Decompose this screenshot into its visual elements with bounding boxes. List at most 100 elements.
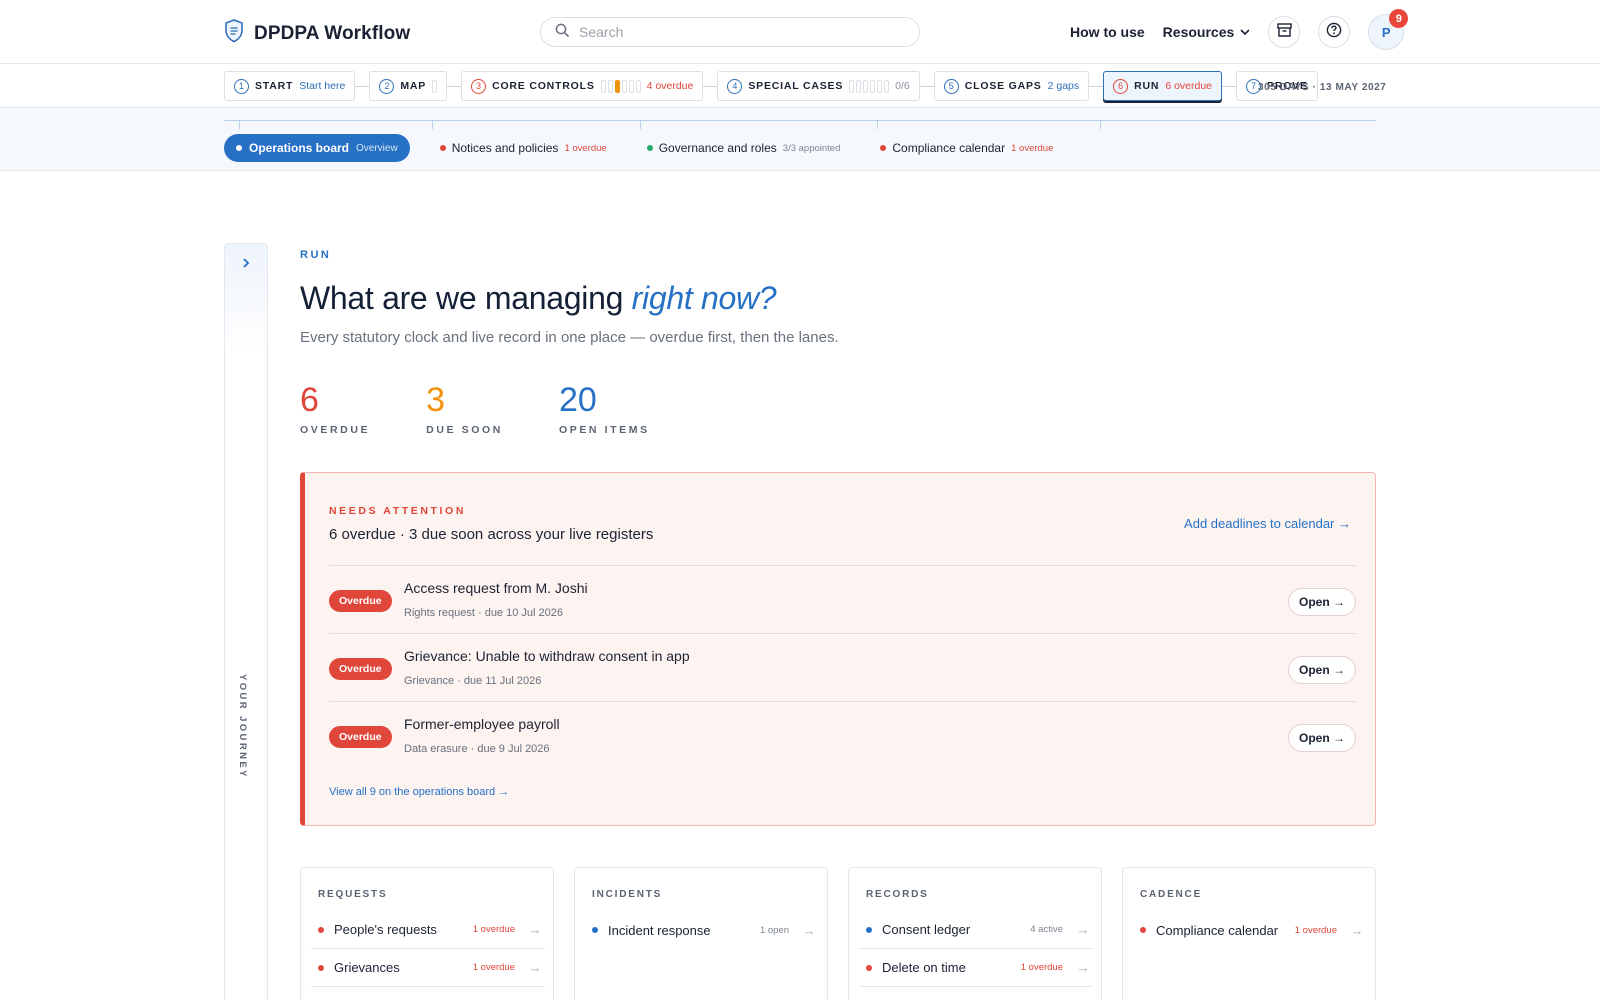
step-connector <box>355 85 370 87</box>
step-number: 5 <box>943 78 959 94</box>
item-note: 1 open <box>759 924 789 936</box>
step-number: 6 <box>1113 78 1129 94</box>
stat-value: 20 <box>558 381 597 419</box>
arrow-right-icon: → <box>1350 922 1364 938</box>
step-close-gaps[interactable]: 5 CLOSE GAPS 2 gaps <box>933 71 1090 101</box>
status-badge: Overdue <box>329 590 392 612</box>
sub-nav-tick <box>432 120 433 129</box>
status-dot <box>318 964 324 971</box>
step-status: 0/6 <box>895 80 910 92</box>
card-cadence: CADENCE Compliance calendar 1 overdue → <box>1122 867 1376 1000</box>
status-badge: Overdue <box>329 726 392 748</box>
sub-nav-tick <box>1100 120 1101 129</box>
list-item[interactable]: Overdue Grievance: Unable to withdraw co… <box>329 633 1356 701</box>
stat-open-items: 20 OPEN ITEMS <box>559 380 650 436</box>
open-button[interactable]: Open → <box>1287 656 1356 684</box>
open-button[interactable]: Open → <box>1287 724 1356 752</box>
title-accent: right now? <box>631 280 777 316</box>
search-input[interactable] <box>579 24 879 40</box>
step-connector <box>1089 85 1104 87</box>
step-connector <box>703 85 718 87</box>
rail-label: YOUR JOURNEY <box>237 674 248 779</box>
card-records: RECORDS Consent ledger 4 active → Delete… <box>848 867 1102 1000</box>
step-run[interactable]: 6 RUN 6 overdue <box>1103 71 1223 101</box>
card-item-incident-response[interactable]: Incident response 1 open → <box>585 911 819 949</box>
tab-note: 1 overdue <box>1011 142 1054 154</box>
step-start[interactable]: 1 START Start here <box>224 71 356 101</box>
sub-nav-tick <box>239 120 240 129</box>
item-note: 4 active <box>1030 924 1063 935</box>
tab-label: Notices and policies <box>451 141 559 155</box>
resources-menu[interactable]: Resources <box>1163 23 1251 41</box>
card-item-compliance-calendar[interactable]: Compliance calendar 1 overdue → <box>1133 911 1367 949</box>
tab-operations-board[interactable]: Operations board Overview <box>224 134 410 162</box>
view-all-link[interactable]: View all 9 on the operations board → <box>329 786 509 798</box>
tab-label: Compliance calendar <box>892 141 1006 155</box>
status-dot <box>236 145 242 151</box>
add-deadlines-link[interactable]: Add deadlines to calendar → <box>1184 516 1351 531</box>
brand[interactable]: DPDPA Workflow <box>224 19 410 48</box>
step-special-cases[interactable]: 4 SPECIAL CASES 0/6 <box>717 71 920 101</box>
panel-title: 6 overdue · 3 due soon across your live … <box>329 526 654 543</box>
card-requests: REQUESTS People's requests 1 overdue → G… <box>300 867 554 1000</box>
tab-notices-and-policies[interactable]: Notices and policies 1 overdue <box>439 141 607 155</box>
card-list: Incident response 1 open → <box>585 911 819 949</box>
item-meta: Grievance · due 11 Jul 2026 <box>404 675 542 687</box>
arrow-right-icon: → <box>802 922 816 938</box>
card-item-consent-ledger[interactable]: Consent ledger 4 active → <box>859 911 1093 949</box>
panel-eyebrow: NEEDS ATTENTION <box>329 505 467 517</box>
search-box[interactable] <box>540 17 920 47</box>
card-title: CADENCE <box>1140 889 1203 900</box>
arrow-right-icon: → <box>528 922 542 937</box>
shield-icon <box>224 19 244 48</box>
status-dot <box>866 964 872 971</box>
card-item-grievances[interactable]: Grievances 1 overdue → <box>311 949 545 987</box>
tab-label: Governance and roles <box>658 141 777 155</box>
chevron-down-icon <box>1240 23 1250 41</box>
lane-cards: REQUESTS People's requests 1 overdue → G… <box>300 867 1376 1000</box>
deadline-countdown: 305 DAYS · 13 MAY 2027 <box>1258 82 1387 93</box>
title-plain: What are we managing <box>300 280 632 316</box>
stat-label: OVERDUE <box>300 424 371 436</box>
step-status: 6 overdue <box>1165 80 1213 92</box>
journey-steps: 1 START Start here 2 MAP 3 CORE CONTROLS… <box>224 71 1318 101</box>
step-label: MAP <box>400 80 427 92</box>
step-connector <box>447 85 462 87</box>
section-eyebrow: RUN <box>300 249 332 261</box>
item-title: Former-employee payroll <box>404 716 560 732</box>
stats-row: 6 OVERDUE 3 DUE SOON 20 OPEN ITEMS <box>300 380 650 436</box>
sub-nav-tick <box>640 120 641 129</box>
step-label: RUN <box>1134 80 1160 92</box>
stat-value: 3 <box>426 381 446 419</box>
item-label: Delete on time <box>882 960 966 975</box>
list-item[interactable]: Overdue Access request from M. Joshi Rig… <box>329 565 1356 633</box>
arrow-right-icon: → <box>528 960 542 975</box>
step-label: CORE CONTROLS <box>492 80 595 92</box>
item-meta: Rights request · due 10 Jul 2026 <box>404 607 563 619</box>
tab-tag: Overview <box>356 142 398 154</box>
tab-compliance-calendar[interactable]: Compliance calendar 1 overdue <box>880 141 1053 155</box>
help-icon <box>1326 22 1342 43</box>
journey-rail[interactable]: YOUR JOURNEY <box>224 243 268 1000</box>
stat-due-soon: 3 DUE SOON <box>426 380 503 436</box>
chevron-right-icon[interactable] <box>239 256 253 275</box>
open-button[interactable]: Open → <box>1287 588 1356 616</box>
archive-button[interactable] <box>1268 16 1301 48</box>
tab-governance-and-roles[interactable]: Governance and roles 3/3 appointed <box>646 141 841 155</box>
item-note: 1 overdue <box>472 924 515 935</box>
step-map[interactable]: 2 MAP <box>369 71 448 101</box>
stat-overdue: 6 OVERDUE <box>300 380 370 436</box>
list-item[interactable]: Overdue Former-employee payroll Data era… <box>329 701 1356 769</box>
tab-note: 3/3 appointed <box>782 142 841 154</box>
journey-steps-bar: 1 START Start here 2 MAP 3 CORE CONTROLS… <box>0 64 1600 108</box>
card-title: RECORDS <box>866 889 929 900</box>
step-core-controls[interactable]: 3 CORE CONTROLS 4 overdue <box>461 71 704 101</box>
status-dot <box>318 926 324 933</box>
avatar[interactable]: P 9 <box>1368 9 1409 50</box>
help-button[interactable] <box>1318 16 1351 48</box>
card-item-delete-on-time[interactable]: Delete on time 1 overdue → <box>859 949 1093 987</box>
item-note: 1 overdue <box>472 962 515 973</box>
how-to-use-link[interactable]: How to use <box>1070 24 1145 40</box>
card-item-peoples-requests[interactable]: People's requests 1 overdue → <box>311 911 545 949</box>
item-meta: Data erasure · due 9 Jul 2026 <box>404 743 550 755</box>
